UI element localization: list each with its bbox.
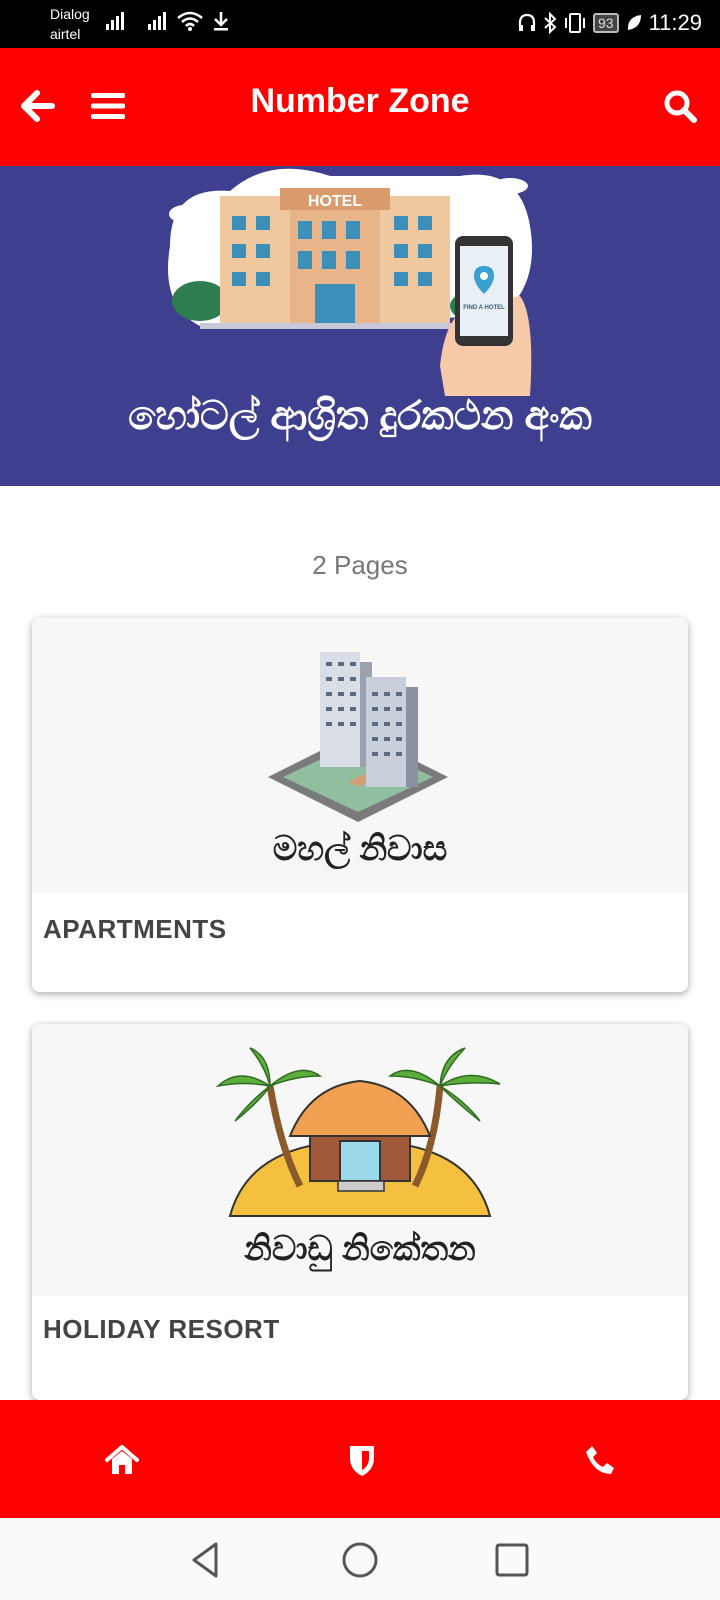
- headset-icon: [518, 13, 536, 31]
- card-holiday-resort[interactable]: නිවාඩු නිකේතන HOLIDAY RESORT: [32, 1024, 688, 1400]
- clock: 11:29: [648, 10, 702, 35]
- bottom-navigation: [0, 1400, 720, 1518]
- home-icon: [105, 1445, 139, 1474]
- leaf-icon: [627, 15, 641, 30]
- search-icon: [664, 90, 697, 123]
- system-navigation-bar: [0, 1518, 720, 1600]
- banner-caption: හෝටල් ආශ්‍රිත දුරකථන අංක: [128, 394, 592, 438]
- phone-icon: [586, 1446, 614, 1474]
- hotel-illustration: HOTEL FIND A HOTEL: [168, 168, 532, 396]
- bluetooth-icon: [544, 12, 557, 34]
- card-label: HOLIDAY RESORT: [43, 1314, 280, 1344]
- nav-call[interactable]: [570, 1436, 630, 1484]
- nav-shield[interactable]: [332, 1436, 392, 1484]
- signal-1-icon: [106, 12, 124, 30]
- card-sinhala-title: මහල් නිවාස: [272, 830, 448, 868]
- hotel-sign: HOTEL: [308, 193, 362, 210]
- carrier-labels: Dialog airtel: [50, 4, 90, 44]
- page-title: Number Zone: [250, 82, 470, 120]
- search-button[interactable]: [656, 82, 704, 130]
- carrier-2: airtel: [50, 26, 81, 42]
- card-image-area: නිවාඩු නිකේතන: [32, 1024, 688, 1296]
- pages-count: 2 Pages: [312, 550, 408, 580]
- card-label: APARTMENTS: [43, 914, 227, 944]
- status-bar: Dialog airtel 93 11:29: [0, 0, 720, 48]
- vibrate-icon: [565, 13, 585, 33]
- island-resort-icon: [215, 1047, 501, 1217]
- nav-home[interactable]: [92, 1436, 152, 1484]
- apartment-building-icon: [268, 652, 448, 822]
- signal-2-icon: [148, 12, 166, 30]
- category-banner: HOTEL FIND A HOTEL හෝටල් ආශ්‍රිත දුරකථන …: [0, 166, 720, 486]
- battery-indicator: 93: [593, 13, 619, 33]
- system-recents-icon[interactable]: [492, 1540, 532, 1580]
- wifi-icon: [177, 11, 203, 31]
- card-image-area: මහල් නිවාස: [32, 618, 688, 893]
- carrier-1: Dialog: [50, 6, 90, 22]
- shield-icon: [350, 1446, 374, 1476]
- app-bar: Number Zone: [0, 48, 720, 166]
- download-icon: [214, 12, 228, 31]
- card-sinhala-title: නිවාඩු නිකේතන: [244, 1230, 476, 1268]
- card-apartments[interactable]: මහල් නිවාස APARTMENTS: [32, 618, 688, 992]
- system-back-icon[interactable]: [186, 1540, 226, 1580]
- system-home-icon[interactable]: [340, 1540, 380, 1580]
- phone-screen-label: FIND A HOTEL: [463, 305, 505, 311]
- status-right: 93 11:29: [517, 10, 702, 36]
